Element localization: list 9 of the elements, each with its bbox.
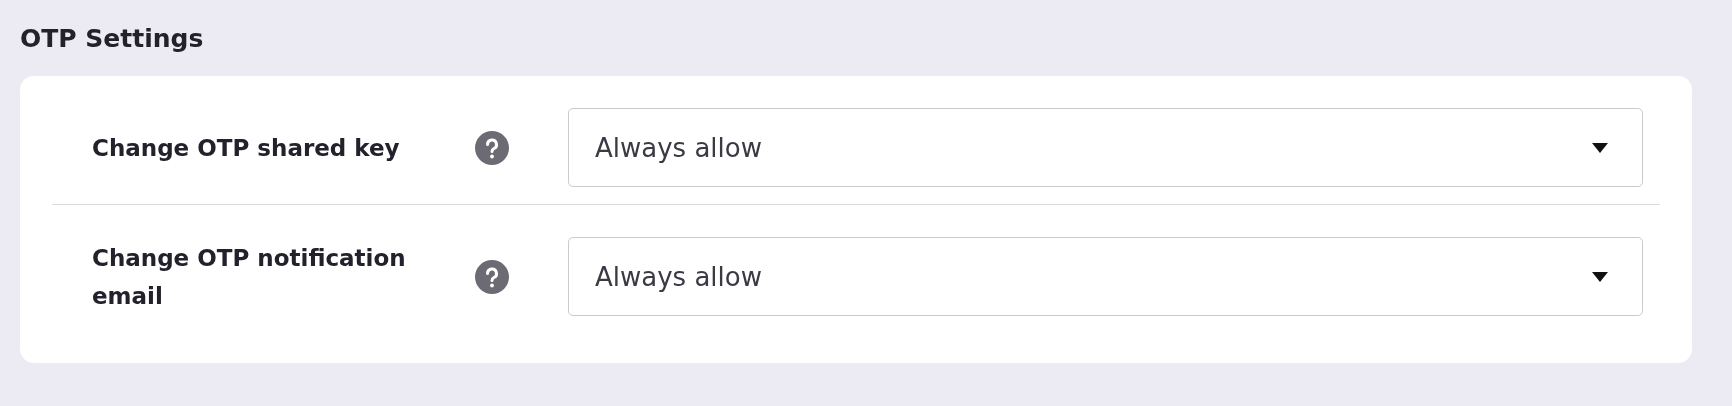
caret-icon: [1592, 271, 1608, 282]
section-title: OTP Settings: [20, 23, 205, 55]
help-icon[interactable]: [475, 130, 509, 165]
help-icon[interactable]: [475, 259, 509, 294]
setting-label: Change OTP shared key: [92, 133, 401, 163]
setting-label: Change OTP notification email: [92, 243, 407, 311]
caret-icon: [1592, 142, 1608, 153]
permission-dropdown[interactable]: Always allow: [568, 237, 1643, 316]
permission-dropdown[interactable]: Always allow: [568, 108, 1643, 187]
